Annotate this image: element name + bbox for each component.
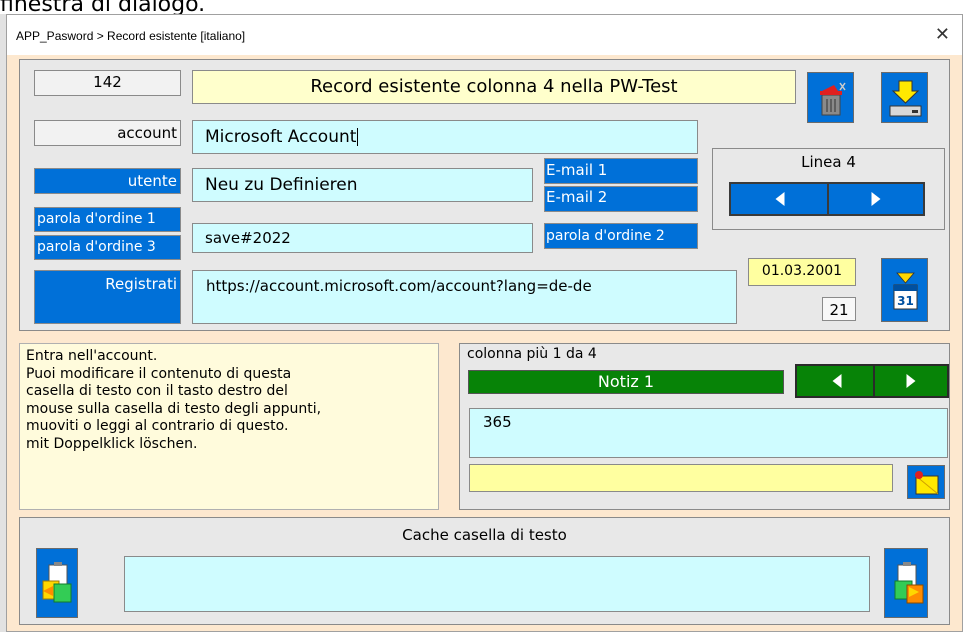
title-bar: APP_Pasword > Record esistente [italiano… [7,15,962,55]
url-input[interactable]: https://account.microsoft.com/account?la… [192,270,737,324]
clipboard-copy-right-icon [894,562,924,604]
email2-button[interactable]: E-mail 2 [544,186,698,212]
close-icon[interactable]: ✕ [935,24,950,45]
save-record-button[interactable] [881,72,928,123]
clipboard-paste-left-icon [42,562,72,603]
calendar-day-text: 31 [897,294,914,308]
info-line: casella di testo con il tasto destro del [26,383,288,400]
info-line: mit Doppelklick löschen. [26,435,198,452]
record-panel: 142 Record esistente colonna 4 nella PW-… [19,59,950,331]
arrow-right-icon [871,192,881,206]
calendar-icon: 31 [893,272,918,310]
note-flag-icon [915,471,939,495]
account-input[interactable]: Microsoft Account [192,120,698,154]
email1-button[interactable]: E-mail 1 [544,158,698,184]
note-textarea[interactable]: 365 [469,408,948,458]
days-field: 21 [822,297,856,321]
info-line: Puoi modificare il contenuto di questa [26,365,292,382]
calendar-button[interactable]: 31 [881,258,928,322]
cache-label: Cache casella di testo [402,526,567,544]
line-next-button[interactable] [827,182,925,216]
account-label: account [34,120,181,146]
record-number-field: 142 [34,70,181,96]
registrati-button[interactable]: Registrati [34,270,181,324]
window-title: APP_Pasword > Record esistente [italiano… [16,29,246,43]
info-line: muoviti o leggi al contrario di questo. [26,418,289,435]
trash-icon [820,82,846,116]
column-panel: colonna più 1 da 4 Notiz 1 365 [459,343,950,510]
line-label: Linea 4 [801,153,856,171]
parola1-button[interactable]: parola d'ordine 1 [34,207,181,232]
parola3-button[interactable]: parola d'ordine 3 [34,235,181,260]
info-line: mouse sulla casella di testo degli appun… [26,400,322,417]
delete-record-button[interactable] [807,72,854,123]
dialog-window: APP_Pasword > Record esistente [italiano… [6,14,963,632]
utente-label[interactable]: utente [34,168,181,194]
save-drive-icon [889,80,922,117]
account-value: Microsoft Account [205,127,357,147]
note-flag-button[interactable] [907,465,945,499]
utente-input[interactable]: Neu zu Definieren [192,168,533,202]
column-header: colonna più 1 da 4 [467,346,597,362]
cache-copy-right-button[interactable] [884,548,928,618]
arrow-right-icon [906,374,916,388]
parola2-button[interactable]: parola d'ordine 2 [544,223,698,249]
password-input[interactable]: save#2022 [192,223,533,253]
cache-panel: Cache casella di testo [19,517,950,625]
arrow-left-icon [832,374,842,388]
info-text-box: Entra nell'account. Puoi modificare il c… [19,343,439,510]
info-line: Entra nell'account. [26,348,158,364]
line-nav-panel: Linea 4 [712,148,945,230]
cache-paste-left-button[interactable] [36,548,78,618]
cache-textbox[interactable] [124,556,870,612]
note-next-button[interactable] [873,364,949,398]
arrow-left-icon [775,192,785,206]
note-prev-button[interactable] [795,364,879,398]
line-prev-button[interactable] [729,182,831,216]
record-title: Record esistente colonna 4 nella PW-Test [192,70,796,104]
date-field[interactable]: 01.03.2001 [748,258,856,286]
note-extra-field[interactable] [469,464,893,492]
note-title-bar: Notiz 1 [468,370,784,394]
